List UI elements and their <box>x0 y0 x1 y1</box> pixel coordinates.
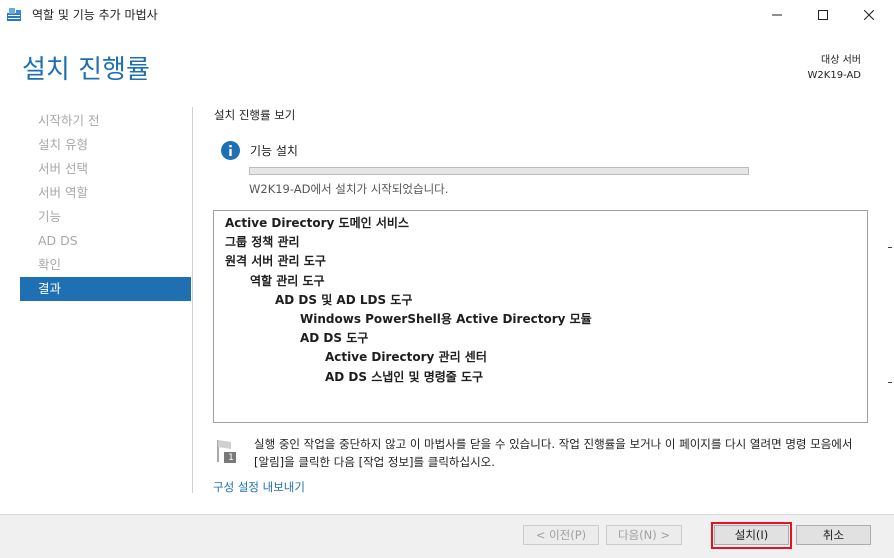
title-bar: 역할 및 기능 추가 마법사 <box>0 0 894 30</box>
feature-item: AD DS 스냅인 및 명령줄 도구 <box>325 369 484 384</box>
wizard-nav: 시작하기 전 설치 유형 서버 선택 서버 역할 기능 AD DS 확인 결과 <box>20 109 191 301</box>
feature-item: 역할 관리 도구 <box>250 273 325 288</box>
target-server-label: 대상 서버 <box>821 55 861 66</box>
minimize-button[interactable] <box>754 0 800 30</box>
maximize-button[interactable] <box>800 0 846 30</box>
close-icon <box>864 10 874 20</box>
cancel-button[interactable]: 취소 <box>796 525 871 545</box>
install-button-highlight <box>711 522 792 549</box>
nav-item[interactable]: 결과 <box>20 277 191 301</box>
nav-item[interactable]: 서버 선택 <box>20 157 191 181</box>
install-label: 기능 설치 <box>250 144 298 158</box>
status-text: W2K19-AD에서 설치가 시작되었습니다. <box>249 182 449 196</box>
page-title: 설치 진행률 <box>22 55 150 85</box>
note-text: 실행 중인 작업을 중단하지 않고 이 마법사를 닫을 수 있습니다. 작업 진… <box>254 437 853 469</box>
previous-button[interactable]: < 이전(P) <box>523 525 599 545</box>
target-server-info: 대상 서버 W2K19-AD <box>808 53 861 83</box>
section-title: 설치 진행률 보기 <box>214 108 296 122</box>
close-button[interactable] <box>846 0 892 30</box>
next-button[interactable]: 다음(N) > <box>606 525 682 545</box>
server-manager-icon <box>7 8 21 21</box>
nav-item[interactable]: 설치 유형 <box>20 133 191 157</box>
progress-bar <box>249 167 749 175</box>
edge-mark <box>888 382 892 383</box>
feature-item: Active Directory 도메인 서비스 <box>225 216 409 230</box>
feature-item: AD DS 및 AD LDS 도구 <box>275 292 413 307</box>
nav-item[interactable]: 기능 <box>20 205 191 229</box>
window-title: 역할 및 기능 추가 마법사 <box>32 8 158 22</box>
feature-list[interactable]: Active Directory 도메인 서비스그룹 정책 관리원격 서버 관리… <box>213 210 868 423</box>
edge-mark <box>888 247 892 248</box>
target-server-name: W2K19-AD <box>807 70 861 81</box>
info-icon <box>221 141 240 160</box>
feature-item: Active Directory 관리 센터 <box>325 350 487 365</box>
feature-item: 그룹 정책 관리 <box>225 235 300 250</box>
maximize-icon <box>818 10 828 20</box>
nav-divider <box>192 107 193 493</box>
minimize-icon <box>772 14 782 16</box>
feature-item: AD DS 도구 <box>300 331 369 346</box>
nav-item[interactable]: 확인 <box>20 253 191 277</box>
nav-item[interactable]: AD DS <box>20 229 191 253</box>
nav-item[interactable]: 시작하기 전 <box>20 109 191 133</box>
notification-count: 1 <box>228 453 234 463</box>
feature-item: Windows PowerShell용 Active Directory 모듈 <box>300 312 592 326</box>
nav-item[interactable]: 서버 역할 <box>20 181 191 205</box>
export-settings-link[interactable]: 구성 설정 내보내기 <box>213 479 305 495</box>
feature-item: 원격 서버 관리 도구 <box>225 254 326 269</box>
